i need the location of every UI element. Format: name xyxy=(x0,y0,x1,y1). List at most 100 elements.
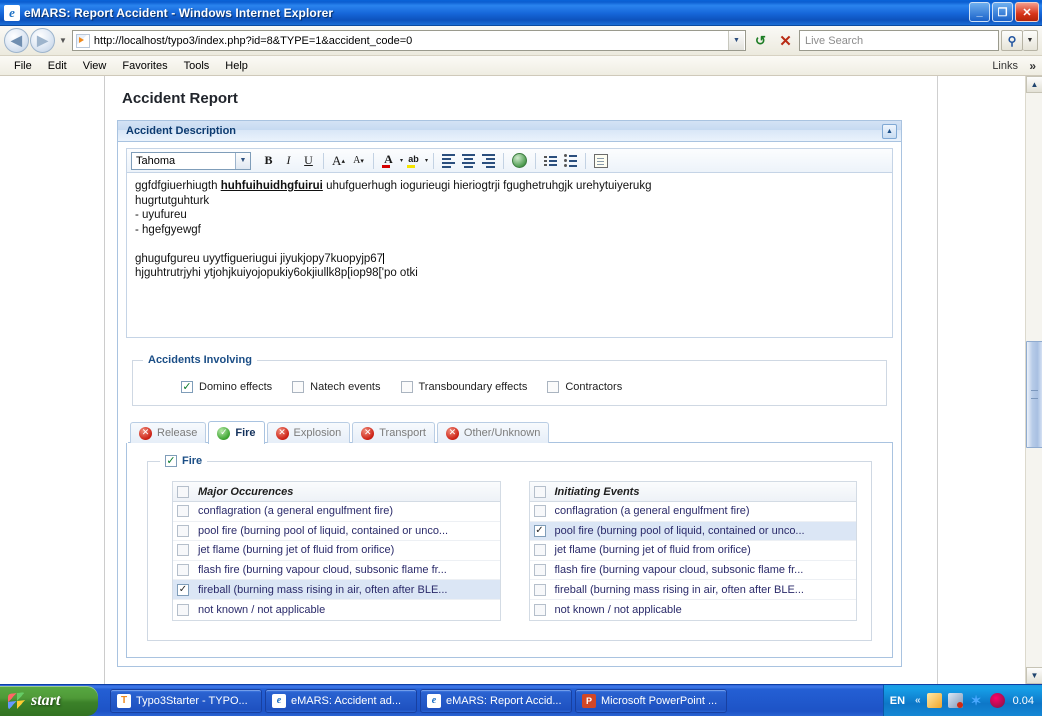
network-icon[interactable] xyxy=(926,693,942,708)
checkbox-box[interactable]: ✓ xyxy=(181,381,193,393)
collapse-panel-button[interactable]: ▲ xyxy=(882,124,897,139)
row-checkbox[interactable] xyxy=(533,544,546,557)
scroll-up-button[interactable]: ▲ xyxy=(1026,76,1042,93)
row-checkbox[interactable] xyxy=(177,505,189,518)
row-checkbox[interactable] xyxy=(533,564,546,577)
back-button[interactable]: ◀ xyxy=(4,28,29,53)
table-row[interactable]: pool fire (burning pool of liquid, conta… xyxy=(173,522,500,542)
language-indicator[interactable]: EN xyxy=(890,695,905,707)
align-right-button[interactable] xyxy=(479,151,498,170)
scrollbar-thumb[interactable] xyxy=(1026,341,1042,448)
taskbar-item-emars-accident-ad[interactable]: e eMARS: Accident ad... xyxy=(265,688,417,713)
table-row[interactable]: not known / not applicable xyxy=(173,600,500,620)
tab-other-unknown[interactable]: ✕ Other/Unknown xyxy=(436,422,550,443)
insert-link-button[interactable] xyxy=(509,151,530,170)
row-checkbox[interactable] xyxy=(533,603,546,616)
table-row[interactable]: conflagration (a general engulfment fire… xyxy=(529,502,856,522)
menu-favorites[interactable]: Favorites xyxy=(114,56,175,76)
checkbox-box[interactable] xyxy=(400,381,413,393)
checkbox-transboundary-effects[interactable]: Transboundary effects xyxy=(400,381,527,393)
address-bar[interactable]: http://localhost/typo3/index.php?id=8&TY… xyxy=(71,30,746,51)
rich-text-editor[interactable]: ggfdfgiuerhiugth huhfuihuidhgfuirui uhuf… xyxy=(126,173,893,338)
search-provider-dropdown-icon[interactable]: ▼ xyxy=(1023,30,1038,51)
tab-transport[interactable]: ✕ Transport xyxy=(352,422,435,443)
history-dropdown-icon[interactable]: ▼ xyxy=(59,36,67,45)
links-label[interactable]: Links xyxy=(992,60,1018,72)
checkbox-box[interactable] xyxy=(547,381,560,393)
italic-button[interactable]: I xyxy=(279,151,298,170)
row-checkbox[interactable] xyxy=(177,603,189,616)
select-all-checkbox[interactable] xyxy=(177,485,189,498)
underline-button[interactable]: U xyxy=(299,151,318,170)
page-vertical-scrollbar[interactable]: ▲ ▼ xyxy=(1025,76,1042,684)
maximize-button[interactable]: ❐ xyxy=(992,2,1013,22)
menu-view[interactable]: View xyxy=(75,56,115,76)
menu-tools[interactable]: Tools xyxy=(176,56,218,76)
font-color-button[interactable]: A xyxy=(379,151,398,170)
row-checkbox[interactable] xyxy=(533,583,546,596)
row-checkbox[interactable] xyxy=(177,564,189,577)
table-row[interactable]: flash fire (burning vapour cloud, subson… xyxy=(529,561,856,581)
chevron-down-icon[interactable]: ▾ xyxy=(425,157,428,164)
row-checkbox[interactable] xyxy=(177,524,189,537)
start-button[interactable]: start xyxy=(0,685,98,716)
increase-font-size-button[interactable]: A ▴ xyxy=(329,151,348,170)
refresh-icon[interactable]: ↺ xyxy=(749,30,772,52)
decrease-font-size-button[interactable]: A ▾ xyxy=(349,151,368,170)
opera-icon[interactable] xyxy=(989,693,1005,708)
system-clock[interactable]: 0.04 xyxy=(1013,695,1034,707)
menu-edit[interactable]: Edit xyxy=(40,56,75,76)
table-row[interactable]: not known / not applicable xyxy=(530,600,857,620)
tab-explosion[interactable]: ✕ Explosion xyxy=(266,422,351,443)
edit-source-button[interactable] xyxy=(591,151,611,170)
checkbox-domino-effects[interactable]: ✓ Domino effects xyxy=(181,381,272,393)
row-label: conflagration (a general engulfment fire… xyxy=(554,505,750,518)
font-family-select[interactable]: Tahoma ▼ xyxy=(131,151,251,170)
bold-button[interactable]: B xyxy=(259,151,278,170)
table-row[interactable]: ✓ fireball (burning mass rising in air, … xyxy=(173,580,500,600)
taskbar-item-typo3starter[interactable]: T Typo3Starter - TYPO... xyxy=(110,688,262,713)
highlight-color-button[interactable]: ab xyxy=(404,151,423,170)
address-url-text[interactable]: http://localhost/typo3/index.php?id=8&TY… xyxy=(94,35,728,47)
taskbar-item-label: eMARS: Report Accid... xyxy=(446,694,562,707)
taskbar-item-emars-report-accident[interactable]: e eMARS: Report Accid... xyxy=(420,688,572,713)
connection-icon[interactable] xyxy=(947,693,963,708)
stop-icon[interactable]: ✕ xyxy=(774,30,797,52)
chevron-down-icon[interactable]: ▾ xyxy=(400,157,403,164)
tab-fire[interactable]: ✓ Fire xyxy=(208,421,265,444)
align-center-button[interactable] xyxy=(459,151,478,170)
table-row[interactable]: flash fire (burning vapour cloud, subson… xyxy=(173,561,500,581)
chevron-down-icon[interactable]: ▼ xyxy=(235,152,250,169)
table-row[interactable]: conflagration (a general engulfment fire… xyxy=(173,502,500,522)
fire-enable-checkbox[interactable]: ✓ xyxy=(165,455,177,467)
row-checkbox[interactable]: ✓ xyxy=(533,524,546,537)
ordered-list-button[interactable] xyxy=(541,151,560,170)
table-row[interactable]: jet flame (burning jet of fluid from ori… xyxy=(529,541,856,561)
address-dropdown-icon[interactable]: ▼ xyxy=(728,31,744,50)
scroll-down-button[interactable]: ▼ xyxy=(1026,667,1042,684)
search-icon[interactable]: ⚲ xyxy=(1001,30,1023,51)
row-checkbox[interactable] xyxy=(533,505,546,518)
bluetooth-icon[interactable]: ✶ xyxy=(969,693,984,708)
select-all-checkbox[interactable] xyxy=(533,485,546,498)
checkbox-contractors[interactable]: Contractors xyxy=(547,381,622,393)
checkbox-box[interactable] xyxy=(292,381,305,393)
forward-button[interactable]: ▶ xyxy=(30,28,55,53)
table-row[interactable]: jet flame (burning jet of fluid from ori… xyxy=(173,541,500,561)
minimize-button[interactable]: _ xyxy=(969,2,990,22)
checkbox-natech-events[interactable]: Natech events xyxy=(292,381,381,393)
menu-help[interactable]: Help xyxy=(217,56,256,76)
table-row[interactable]: fireball (burning mass rising in air, of… xyxy=(529,580,856,600)
chevron-right-icon[interactable]: » xyxy=(1029,59,1036,73)
unordered-list-button[interactable] xyxy=(561,151,580,170)
close-button[interactable]: ✕ xyxy=(1015,2,1039,22)
search-input[interactable]: Live Search xyxy=(799,30,999,51)
expand-tray-icon[interactable]: « xyxy=(915,695,921,706)
tab-release[interactable]: ✕ Release xyxy=(130,422,207,443)
row-checkbox[interactable] xyxy=(177,544,189,557)
table-row[interactable]: ✓ pool fire (burning pool of liquid, con… xyxy=(529,521,856,542)
menu-file[interactable]: File xyxy=(6,56,40,76)
row-checkbox[interactable]: ✓ xyxy=(177,583,189,596)
taskbar-item-microsoft-powerpoint[interactable]: P Microsoft PowerPoint ... xyxy=(575,688,727,713)
align-left-button[interactable] xyxy=(439,151,458,170)
